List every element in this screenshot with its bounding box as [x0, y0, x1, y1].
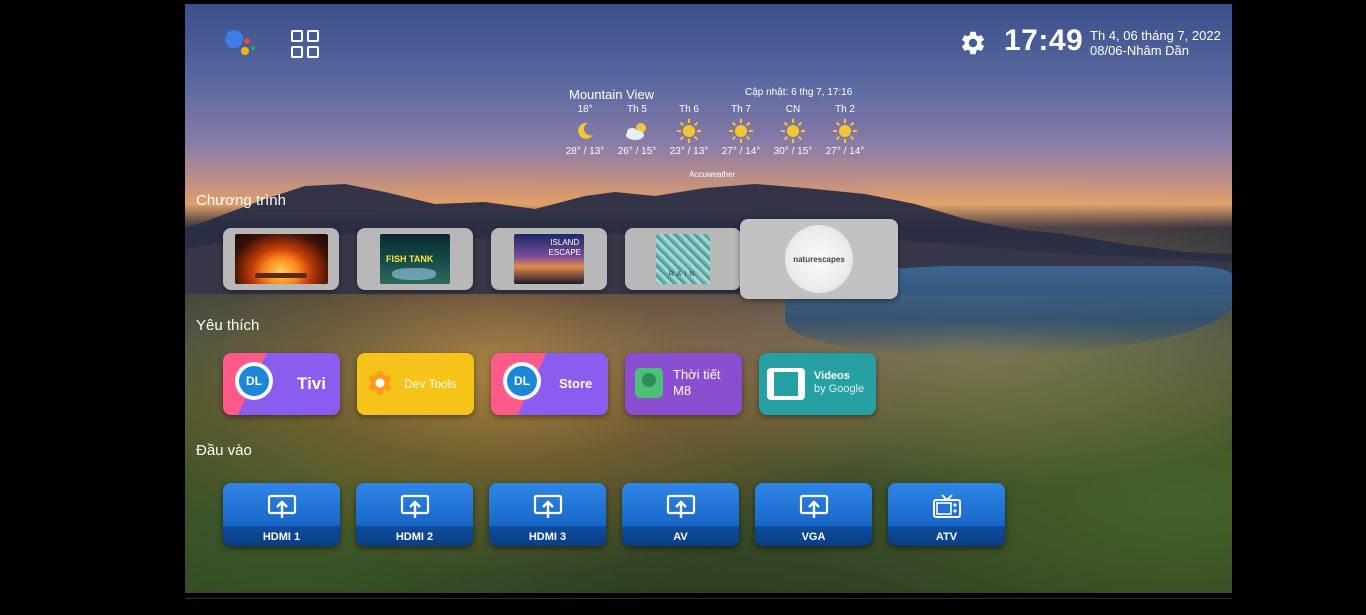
sun-icon	[819, 118, 871, 144]
program-tile-fish-tank[interactable]: FISH TANK	[357, 228, 473, 290]
rain-thumbnail: RAIN	[656, 234, 710, 284]
weather-city: Mountain View	[569, 87, 655, 102]
cast-input-icon	[400, 494, 430, 518]
forecast-day: 18° 28° / 13°	[559, 104, 611, 157]
weather-forecast: 18° 28° / 13° Th 5 26° / 15° Th 6 23° / …	[559, 104, 871, 157]
dl-app-icon: DL	[503, 362, 541, 400]
favorite-app-videos[interactable]: Videos by Google	[759, 353, 876, 415]
section-title-programs: Chương trình	[196, 192, 286, 209]
forecast-day: Th 6 23° / 13°	[663, 104, 715, 157]
partly-cloudy-icon	[611, 118, 663, 144]
film-strip-icon	[767, 368, 805, 400]
settings-gear-icon[interactable]	[959, 29, 987, 57]
cast-input-icon	[267, 494, 297, 518]
program-tile-naturescapes[interactable]: naturescapes	[740, 219, 898, 299]
input-hdmi-2[interactable]: HDMI 2	[356, 483, 473, 546]
program-tile-island-escape[interactable]: ISLAND ESCAPE	[491, 228, 607, 290]
program-tile-rain[interactable]: RAIN	[625, 228, 741, 290]
input-atv[interactable]: ATV	[888, 483, 1005, 546]
google-assistant-icon[interactable]	[225, 30, 255, 60]
forecast-day: Th 2 27° / 14°	[819, 104, 871, 157]
forecast-day: Th 7 27° / 14°	[715, 104, 767, 157]
tv-icon	[933, 494, 961, 518]
weather-app-icon	[635, 368, 663, 398]
date-gregorian: Th 4, 06 tháng 7, 2022	[1090, 28, 1221, 43]
bottom-divider	[185, 598, 1232, 599]
apps-grid-icon[interactable]	[291, 30, 319, 58]
clock-time: 17:49	[1004, 24, 1084, 57]
cast-input-icon	[533, 494, 563, 518]
sun-icon	[767, 118, 819, 144]
input-vga[interactable]: VGA	[755, 483, 872, 546]
tv-launcher-screen: 17:49 Th 4, 06 tháng 7, 2022 08/06-Nhâm …	[185, 4, 1232, 593]
input-hdmi-1[interactable]: HDMI 1	[223, 483, 340, 546]
weather-source: Accuweather	[689, 170, 736, 179]
dl-app-icon: DL	[235, 362, 273, 400]
weather-updated: Cập nhật: 6 thg 7, 17:16	[745, 87, 853, 98]
sun-icon	[663, 118, 715, 144]
forecast-day: CN 30° / 15°	[767, 104, 819, 157]
input-hdmi-3[interactable]: HDMI 3	[489, 483, 606, 546]
fireplace-thumbnail	[234, 234, 328, 284]
section-title-favorites: Yêu thích	[196, 317, 260, 334]
forecast-day: Th 5 26° / 15°	[611, 104, 663, 157]
favorite-app-dev-tools[interactable]: Dev Tools	[357, 353, 474, 415]
fish-tank-thumbnail: FISH TANK	[380, 234, 450, 284]
cast-input-icon	[666, 494, 696, 518]
date-lunar: 08/06-Nhâm Dần	[1090, 43, 1189, 58]
program-tile-fireplace[interactable]	[223, 228, 339, 290]
cast-input-icon	[799, 494, 829, 518]
favorite-app-tivi[interactable]: DL Tivi	[223, 353, 340, 415]
section-title-inputs: Đầu vào	[196, 442, 252, 459]
naturescapes-logo: naturescapes	[785, 225, 853, 293]
island-escape-thumbnail: ISLAND ESCAPE	[514, 234, 584, 284]
favorite-app-weather-m8[interactable]: Thời tiết M8	[625, 353, 742, 415]
sun-icon	[715, 118, 767, 144]
favorite-app-store[interactable]: DL Store	[491, 353, 608, 415]
input-av[interactable]: AV	[622, 483, 739, 546]
dev-tools-gear-icon	[365, 368, 395, 398]
moon-icon	[559, 118, 611, 144]
